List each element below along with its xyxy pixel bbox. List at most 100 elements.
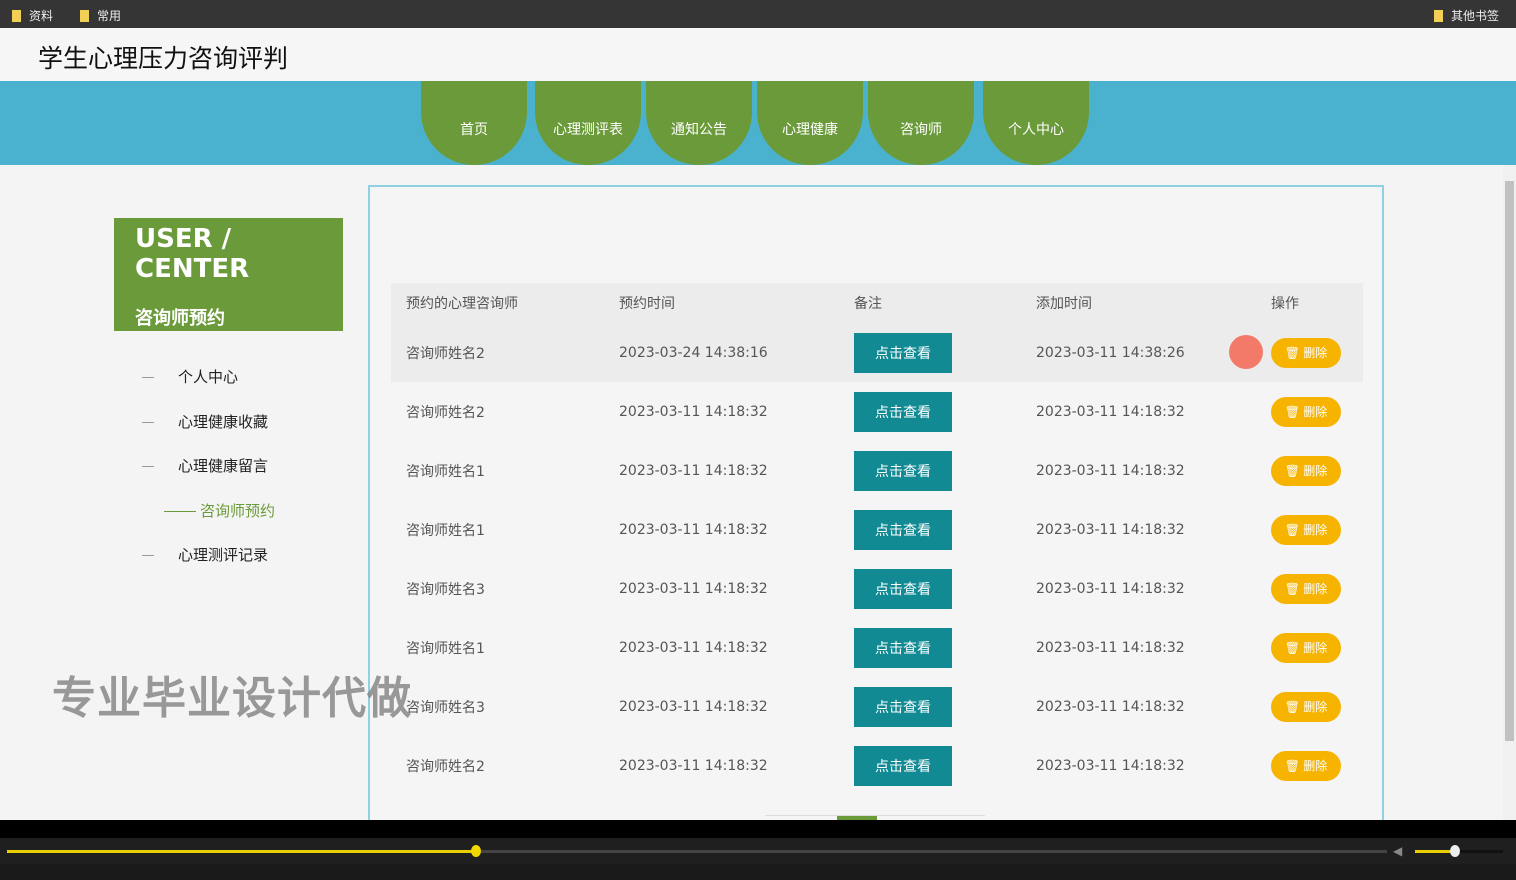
- table-row: 咨询师姓名3 2023-03-11 14:18:32 点击查看 2023-03-…: [391, 559, 1363, 618]
- view-notes-button[interactable]: 点击查看: [854, 568, 952, 609]
- delete-button[interactable]: 🗑 删除: [1271, 750, 1341, 781]
- page-scrollbar[interactable]: [1503, 165, 1516, 820]
- trash-icon: 🗑: [1284, 523, 1300, 537]
- folder-icon: [1434, 10, 1443, 22]
- progress-bar[interactable]: [7, 845, 1387, 857]
- trash-icon: 🗑: [1284, 582, 1300, 596]
- table-row: 咨询师姓名2 2023-03-11 14:18:32 点击查看 2023-03-…: [391, 736, 1363, 795]
- view-notes-button[interactable]: 点击查看: [854, 332, 952, 373]
- trash-icon: 🗑: [1284, 700, 1300, 714]
- col-notes: 备注: [839, 283, 1021, 323]
- added-time: 2023-03-11 14:18:32: [1036, 580, 1185, 597]
- nav-mental-health[interactable]: 心理健康: [757, 81, 863, 165]
- trash-icon: 🗑: [1284, 464, 1300, 478]
- content-panel: 预约的心理咨询师 预约时间 备注 添加时间 操作 咨询师姓名2 2023-03-…: [368, 185, 1384, 826]
- sidebar-item-profile[interactable]: 个人中心: [142, 366, 238, 387]
- appointment-time: 2023-03-11 14:18:32: [619, 698, 768, 715]
- sidebar-item-records[interactable]: 心理测评记录: [142, 544, 268, 565]
- view-notes-button[interactable]: 点击查看: [854, 686, 952, 727]
- nav-user-center[interactable]: 个人中心: [983, 81, 1089, 165]
- table-row: 咨询师姓名1 2023-03-11 14:18:32 点击查看 2023-03-…: [391, 618, 1363, 677]
- appointment-time: 2023-03-11 14:18:32: [619, 580, 768, 597]
- table-row: 咨询师姓名1 2023-03-11 14:18:32 点击查看 2023-03-…: [391, 500, 1363, 559]
- volume-fill: [1415, 850, 1455, 853]
- counselor-name: 咨询师姓名1: [406, 463, 485, 480]
- volume-slider[interactable]: [1415, 845, 1503, 857]
- bookmark-folder[interactable]: 常用: [80, 7, 121, 24]
- col-added-time: 添加时间: [1021, 283, 1256, 323]
- appointment-time: 2023-03-11 14:18:32: [619, 639, 768, 656]
- watermark: 专业毕业设计代做: [52, 673, 412, 724]
- table-row: 咨询师姓名1 2023-03-11 14:18:32 点击查看 2023-03-…: [391, 441, 1363, 500]
- volume-icon[interactable]: ◀: [1393, 844, 1402, 858]
- sidebar-item-messages[interactable]: 心理健康留言: [142, 455, 268, 476]
- delete-button[interactable]: 🗑 删除: [1271, 337, 1341, 368]
- user-center-title: USER / CENTER: [135, 224, 250, 284]
- trash-icon: 🗑: [1284, 759, 1300, 773]
- nav-assessment[interactable]: 心理测评表: [535, 81, 641, 165]
- appointments-table: 预约的心理咨询师 预约时间 备注 添加时间 操作 咨询师姓名2 2023-03-…: [391, 283, 1363, 795]
- appointment-time: 2023-03-11 14:18:32: [619, 462, 768, 479]
- table-row: 咨询师姓名2 2023-03-11 14:18:32 点击查看 2023-03-…: [391, 382, 1363, 441]
- delete-button[interactable]: 🗑 删除: [1271, 396, 1341, 427]
- counselor-name: 咨询师姓名3: [406, 699, 485, 716]
- trash-icon: 🗑: [1284, 641, 1300, 655]
- progress-handle[interactable]: [471, 845, 482, 857]
- table-row: 咨询师姓名2 2023-03-24 14:38:16 点击查看 2023-03-…: [391, 323, 1363, 382]
- appointment-time: 2023-03-11 14:18:32: [619, 757, 768, 774]
- bookmarks-bar: 资料 常用 其他书签: [0, 0, 1516, 28]
- delete-button[interactable]: 🗑 删除: [1271, 455, 1341, 486]
- nav-home[interactable]: 首页: [421, 81, 527, 165]
- col-appointment-time: 预约时间: [604, 283, 839, 323]
- view-notes-button[interactable]: 点击查看: [854, 627, 952, 668]
- delete-button[interactable]: 🗑 删除: [1271, 632, 1341, 663]
- view-notes-button[interactable]: 点击查看: [854, 509, 952, 550]
- scrollbar-thumb[interactable]: [1505, 181, 1514, 741]
- player-bottom-bar: [0, 864, 1516, 880]
- added-time: 2023-03-11 14:18:32: [1036, 639, 1185, 656]
- nav-counselors[interactable]: 咨询师: [868, 81, 974, 165]
- added-time: 2023-03-11 14:18:32: [1036, 521, 1185, 538]
- trash-icon: 🗑: [1284, 405, 1300, 419]
- progress-fill: [7, 850, 477, 853]
- user-center-banner: USER / CENTER 咨询师预约: [114, 218, 343, 331]
- player-controls: ◀: [0, 838, 1516, 864]
- view-notes-button[interactable]: 点击查看: [854, 450, 952, 491]
- delete-button[interactable]: 🗑 删除: [1271, 514, 1341, 545]
- folder-icon: [80, 10, 89, 22]
- added-time: 2023-03-11 14:18:32: [1036, 462, 1185, 479]
- volume-handle[interactable]: [1449, 845, 1460, 857]
- counselor-name: 咨询师姓名2: [406, 758, 485, 775]
- main-nav: 首页 心理测评表 通知公告 心理健康 咨询师 个人中心: [0, 81, 1516, 165]
- delete-button[interactable]: 🗑 删除: [1271, 573, 1341, 604]
- added-time: 2023-03-11 14:18:32: [1036, 757, 1185, 774]
- col-actions: 操作: [1256, 283, 1363, 323]
- site-header: 学生心理压力咨询评判: [0, 28, 1516, 81]
- folder-icon: [12, 10, 21, 22]
- counselor-name: 咨询师姓名1: [406, 640, 485, 657]
- bookmark-folder[interactable]: 资料: [12, 7, 53, 24]
- view-notes-button[interactable]: 点击查看: [854, 745, 952, 786]
- appointment-time: 2023-03-11 14:18:32: [619, 403, 768, 420]
- sidebar-item-appointments[interactable]: 咨询师预约: [164, 500, 275, 521]
- nav-notices[interactable]: 通知公告: [646, 81, 752, 165]
- other-bookmarks[interactable]: 其他书签: [1434, 7, 1499, 24]
- counselor-name: 咨询师姓名1: [406, 522, 485, 539]
- counselor-name: 咨询师姓名2: [406, 404, 485, 421]
- appointment-time: 2023-03-24 14:38:16: [604, 323, 839, 382]
- trash-icon: 🗑: [1284, 346, 1300, 360]
- site-title: 学生心理压力咨询评判: [38, 44, 289, 73]
- table-row: 咨询师姓名3 2023-03-11 14:18:32 点击查看 2023-03-…: [391, 677, 1363, 736]
- col-counselor: 预约的心理咨询师: [391, 283, 604, 323]
- user-center-subtitle: 咨询师预约: [135, 308, 225, 329]
- view-notes-button[interactable]: 点击查看: [854, 391, 952, 432]
- counselor-name: 咨询师姓名2: [391, 323, 604, 382]
- sidebar-item-favorites[interactable]: 心理健康收藏: [142, 411, 268, 432]
- click-indicator: [1229, 335, 1263, 369]
- added-time: 2023-03-11 14:18:32: [1036, 403, 1185, 420]
- delete-button[interactable]: 🗑 删除: [1271, 691, 1341, 722]
- added-time: 2023-03-11 14:18:32: [1036, 698, 1185, 715]
- counselor-name: 咨询师姓名3: [406, 581, 485, 598]
- appointment-time: 2023-03-11 14:18:32: [619, 521, 768, 538]
- added-time: 2023-03-11 14:38:26: [1021, 323, 1256, 382]
